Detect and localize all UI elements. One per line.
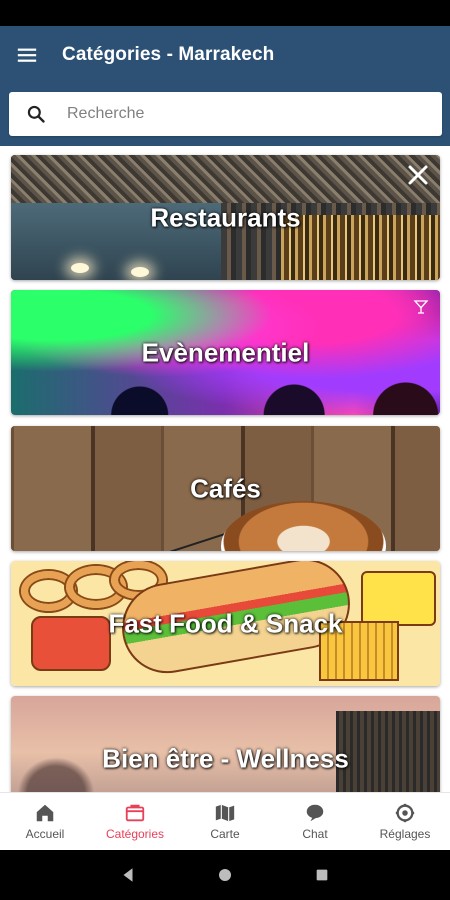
nav-item-carte[interactable]: Carte	[180, 793, 270, 850]
map-icon	[214, 802, 236, 824]
category-title: Cafés	[190, 473, 261, 503]
nav-label: Catégories	[105, 827, 165, 841]
nav-label: Accueil	[25, 827, 65, 841]
search-icon	[25, 103, 47, 125]
back-icon[interactable]	[113, 860, 143, 890]
search-input[interactable]	[67, 105, 407, 123]
chat-bubble-icon	[304, 802, 326, 824]
category-card-fast-food[interactable]: Fast Food & Snack	[11, 561, 440, 686]
nav-label: Réglages	[379, 827, 431, 841]
cocktail-glass-icon	[412, 298, 430, 321]
nav-item-chat[interactable]: Chat	[270, 793, 360, 850]
category-title: Fast Food & Snack	[108, 608, 343, 638]
recents-icon[interactable]	[307, 860, 337, 890]
category-card-evenementiel[interactable]: Evènementiel	[11, 290, 440, 415]
app-bar: Catégories - Marrakech	[0, 26, 450, 84]
search-box[interactable]	[9, 92, 442, 136]
category-card-cafes[interactable]: Cafés	[11, 426, 440, 551]
categories-icon	[124, 802, 146, 824]
restaurant-cutlery-icon	[406, 163, 430, 192]
system-navigation-bar	[0, 850, 450, 900]
page-title: Catégories - Marrakech	[62, 44, 275, 65]
nav-label: Chat	[302, 827, 328, 841]
category-card-restaurants[interactable]: Restaurants	[11, 155, 440, 280]
nav-label: Carte	[210, 827, 240, 841]
nav-item-accueil[interactable]: Accueil	[0, 793, 90, 850]
nav-item-reglages[interactable]: Réglages	[360, 793, 450, 850]
home-button-icon[interactable]	[210, 860, 240, 890]
category-card-wellness[interactable]: Bien être - Wellness	[11, 696, 440, 792]
home-icon	[34, 802, 56, 824]
category-title: Evènementiel	[141, 337, 310, 367]
categories-list: Restaurants Evènementiel Cafés Fast Food…	[0, 146, 450, 792]
category-title: Restaurants	[150, 202, 301, 232]
search-bar-container	[0, 84, 450, 146]
hamburger-menu-icon[interactable]	[6, 26, 48, 84]
status-bar	[0, 0, 450, 26]
category-title: Bien être - Wellness	[102, 743, 349, 773]
nav-item-categories[interactable]: Catégories	[90, 793, 180, 850]
bottom-navigation: Accueil Catégories Carte Chat Réglages	[0, 792, 450, 850]
settings-icon	[394, 802, 416, 824]
